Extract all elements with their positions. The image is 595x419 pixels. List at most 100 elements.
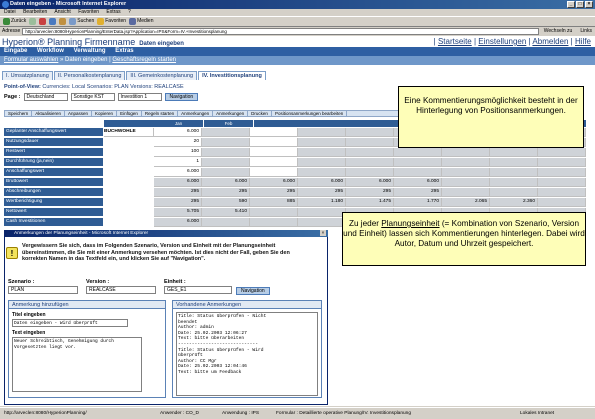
grid-cell[interactable] <box>490 178 538 187</box>
grid-toolbar-item[interactable]: Positionsanmerkungen bearbeiten <box>272 111 348 116</box>
grid-cell[interactable] <box>490 158 538 167</box>
search-button[interactable]: Suchen <box>69 17 94 26</box>
address-input[interactable]: http://arveclen:8080/HyperionPlanning/En… <box>22 27 539 35</box>
grid-cell[interactable] <box>394 168 442 177</box>
grid-cell[interactable] <box>298 128 346 137</box>
grid-cell[interactable]: 1.770 <box>394 198 442 207</box>
grid-cell[interactable]: 6.000 <box>346 178 394 187</box>
grid-cell[interactable]: 5.705 <box>154 208 202 217</box>
grid-cell[interactable]: 100 <box>154 148 202 157</box>
grid-cell[interactable]: 2.065 <box>442 198 490 207</box>
grid-cell[interactable] <box>250 148 298 157</box>
text-input[interactable]: Neuer Schreibtisch, Genehmigung durch Vo… <box>12 337 142 392</box>
breadcrumb-regeln[interactable]: Geschäftsregeln starten <box>112 57 176 63</box>
grid-cell[interactable]: 1 <box>154 158 202 167</box>
entity-input[interactable]: GES_E1 <box>164 286 232 294</box>
grid-cell[interactable]: 885 <box>250 198 298 207</box>
grid-toolbar-item[interactable]: Einfügen <box>117 111 142 116</box>
title-input[interactable]: Daten eingeben - Wird überprüft <box>12 319 128 327</box>
existing-annotations-list[interactable]: Title: Status überprüfen - Nicht beendet… <box>176 312 318 396</box>
page-select-country[interactable]: Deutschland <box>23 93 68 101</box>
page-select-kst[interactable]: Sonstige KST <box>70 93 115 101</box>
grid-cell[interactable] <box>202 168 250 177</box>
menu-help[interactable]: ? <box>128 9 131 15</box>
grid-cell[interactable]: 6.000 <box>154 218 202 227</box>
grid-cell[interactable]: 6.000 <box>250 178 298 187</box>
grid-cell[interactable]: 295 <box>154 198 202 207</box>
grid-cell[interactable] <box>442 158 490 167</box>
nav-eingabe[interactable]: Eingabe <box>4 48 27 54</box>
grid-cell[interactable]: 6.000 <box>394 178 442 187</box>
grid-cell[interactable] <box>298 148 346 157</box>
refresh-button[interactable] <box>49 18 57 25</box>
menu-extras[interactable]: Extras <box>106 9 120 15</box>
grid-cell[interactable]: 6.000 <box>154 128 202 137</box>
grid-cell[interactable] <box>538 168 586 177</box>
grid-cell[interactable]: 6.000 <box>202 178 250 187</box>
grid-cell[interactable] <box>442 168 490 177</box>
grid-cell[interactable] <box>250 168 298 177</box>
grid-toolbar-item[interactable]: Speichern <box>5 111 33 116</box>
nav-abmelden[interactable]: Abmelden <box>532 37 568 46</box>
grid-cell[interactable]: 6.000 <box>298 178 346 187</box>
grid-cell[interactable]: 6.000 <box>154 168 202 177</box>
home-button[interactable] <box>59 18 67 25</box>
tab-umsatz[interactable]: I. Umsatzplanung <box>2 71 53 80</box>
grid-toolbar-item[interactable]: Drucken <box>248 111 272 116</box>
media-button[interactable]: Medien <box>129 17 154 26</box>
grid-cell[interactable]: 295 <box>202 188 250 197</box>
grid-cell[interactable] <box>202 128 250 137</box>
grid-cell[interactable] <box>442 178 490 187</box>
maximize-button[interactable]: □ <box>576 1 584 8</box>
forward-button[interactable] <box>29 18 37 25</box>
dialog-navigation-button[interactable]: Navigation <box>236 287 270 295</box>
grid-cell[interactable]: 295 <box>298 188 346 197</box>
grid-cell[interactable] <box>250 218 298 227</box>
menu-ansicht[interactable]: Ansicht <box>54 9 70 15</box>
grid-cell[interactable]: 1.180 <box>298 198 346 207</box>
grid-cell[interactable] <box>250 128 298 137</box>
grid-cell[interactable] <box>538 148 586 157</box>
grid-cell[interactable]: 590 <box>202 198 250 207</box>
grid-toolbar-item[interactable]: Regeln starten <box>142 111 179 116</box>
dialog-close-icon[interactable]: × <box>320 230 326 236</box>
grid-cell[interactable]: 295 <box>346 188 394 197</box>
grid-cell[interactable] <box>202 138 250 147</box>
grid-cell[interactable] <box>298 168 346 177</box>
go-button[interactable]: Wechseln zu <box>541 28 576 34</box>
breadcrumb-formular[interactable]: Formular auswählen <box>4 57 58 63</box>
grid-cell[interactable] <box>298 208 346 217</box>
grid-cell[interactable] <box>538 198 586 207</box>
grid-cell[interactable] <box>250 138 298 147</box>
grid-toolbar-item[interactable]: Anmerkungen <box>213 111 249 116</box>
nav-einstellungen[interactable]: Einstellungen <box>478 37 526 46</box>
tab-investition[interactable]: IV. Investitionsplanung <box>198 71 266 80</box>
tab-personal[interactable]: II. Personalkostenplanung <box>53 71 126 80</box>
navigation-button[interactable]: Navigation <box>164 93 199 101</box>
grid-cell[interactable] <box>346 128 394 137</box>
menu-bearbeiten[interactable]: Bearbeiten <box>23 9 47 15</box>
page-select-investition[interactable]: Investition 1 <box>117 93 162 101</box>
grid-cell[interactable] <box>202 158 250 167</box>
grid-cell[interactable] <box>346 148 394 157</box>
grid-cell[interactable] <box>538 158 586 167</box>
grid-cell[interactable]: 20 <box>154 138 202 147</box>
grid-cell[interactable] <box>298 218 346 227</box>
grid-cell[interactable] <box>298 138 346 147</box>
grid-cell[interactable]: 6.000 <box>154 178 202 187</box>
grid-toolbar-item[interactable]: Aktualisieren <box>32 111 66 116</box>
grid-cell[interactable] <box>346 138 394 147</box>
grid-cell[interactable]: 295 <box>394 188 442 197</box>
minimize-button[interactable]: _ <box>567 1 575 8</box>
grid-cell[interactable] <box>346 168 394 177</box>
grid-cell[interactable] <box>394 158 442 167</box>
nav-workflow[interactable]: Workflow <box>37 48 64 54</box>
grid-cell[interactable] <box>202 218 250 227</box>
grid-cell[interactable]: 5.410 <box>202 208 250 217</box>
grid-cell[interactable]: 295 <box>250 188 298 197</box>
version-input[interactable]: REALCASE <box>86 286 156 294</box>
nav-extras[interactable]: Extras <box>115 48 133 54</box>
grid-cell[interactable]: 295 <box>154 188 202 197</box>
links-button[interactable]: Links <box>577 28 595 34</box>
nav-startseite[interactable]: Startseite <box>438 37 472 46</box>
